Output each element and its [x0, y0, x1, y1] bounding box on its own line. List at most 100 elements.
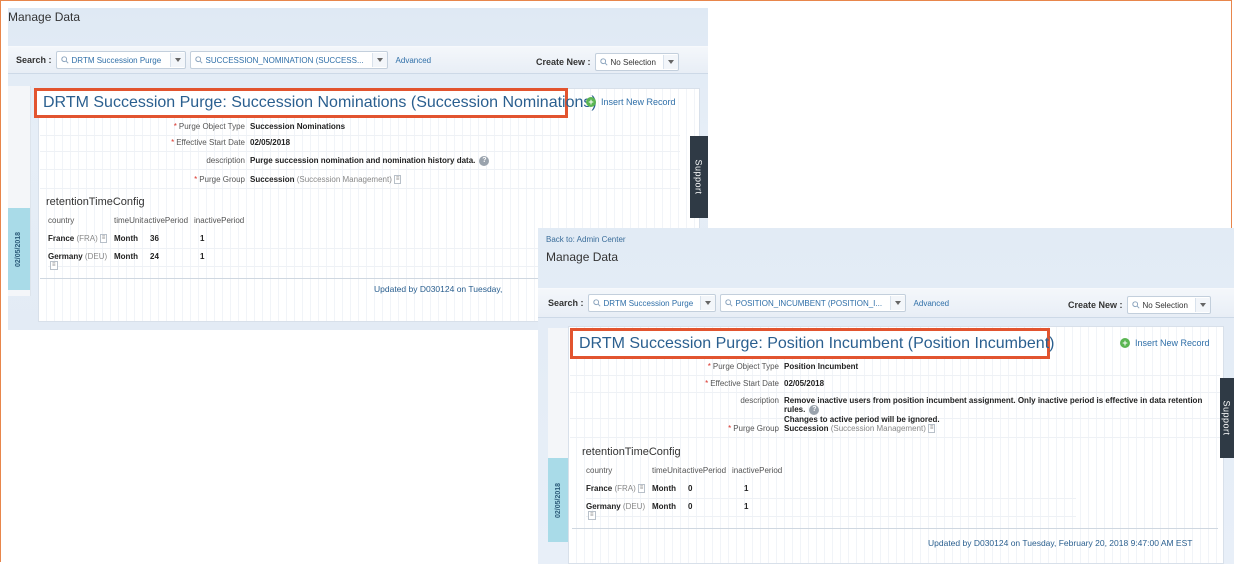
timeline-date-marker[interactable]: 02/05/2018 [548, 458, 570, 542]
object-type-combo[interactable]: DRTM Succession Purge [55, 51, 186, 69]
cell-activeperiod: 24 [150, 252, 159, 261]
back-to-admin-center-link[interactable]: Back to: Admin Center [546, 235, 626, 244]
section-title: retentionTimeConfig [582, 446, 681, 458]
field-value: Succession [250, 175, 295, 184]
field-purge-object-type: * Purge Object Type Position Incumbent [570, 362, 1220, 376]
chevron-down-icon[interactable] [662, 55, 678, 69]
field-label: Purge Group [199, 175, 245, 184]
help-icon[interactable]: ? [479, 156, 490, 166]
field-effective-start-date: * Effective Start Date 02/05/2018 [40, 138, 680, 152]
record-title: DRTM Succession Purge: Succession Nomina… [34, 88, 597, 118]
insert-new-record-label: Insert New Record [601, 97, 676, 107]
timeline-date-marker[interactable]: 02/05/2018 [8, 208, 30, 290]
cell-timeunit: Month [114, 234, 138, 243]
field-value: Position Incumbent [784, 362, 859, 371]
cell-timeunit: Month [652, 484, 676, 493]
insert-new-record-label: Insert New Record [1135, 338, 1210, 348]
cell-country: Germany [48, 252, 83, 261]
create-new-combo[interactable]: No Selection [594, 53, 679, 71]
field-purge-group: * Purge Group Succession (Succession Mana… [40, 175, 680, 189]
cell-inactiveperiod: 1 [744, 484, 749, 493]
magnifier-icon [724, 298, 734, 308]
value-help-icon[interactable]: ≡ [99, 234, 108, 244]
field-value-line2: Changes to active period will be ignored… [784, 415, 940, 424]
field-label: Purge Object Type [712, 362, 779, 371]
insert-new-record-button[interactable]: + Insert New Record [586, 97, 676, 107]
table-row: Germany (DEU) ≡ Month 0 1 [586, 502, 1076, 521]
plus-circle-icon: + [1120, 338, 1130, 348]
cell-country: France [586, 484, 613, 493]
cell-country: Germany [586, 502, 621, 511]
col-inactiveperiod: inactivePeriod [194, 216, 245, 225]
updated-by-text: Updated by D030124 on Tuesday, February … [928, 538, 1193, 548]
chevron-down-icon[interactable] [371, 53, 387, 67]
create-new-combo[interactable]: No Selection [1126, 296, 1211, 314]
search-bar: Search : DRTM Succession Purge POSITION_… [538, 288, 1234, 318]
object-type-combo[interactable]: DRTM Succession Purge [587, 294, 716, 312]
page-title: Manage Data [8, 10, 81, 24]
field-label: Effective Start Date [710, 379, 779, 388]
object-type-value: DRTM Succession Purge [603, 298, 694, 308]
chevron-down-icon[interactable] [1194, 298, 1210, 312]
create-new-label: Create New : [536, 57, 591, 67]
field-description: description Remove inactive users from p… [570, 396, 1220, 424]
object-instance-combo[interactable]: SUCCESSION_NOMINATION (SUCCESS... [189, 51, 388, 69]
cell-activeperiod: 36 [150, 234, 159, 243]
chevron-down-icon[interactable] [889, 296, 905, 310]
col-inactiveperiod: inactivePeriod [732, 466, 783, 475]
col-activeperiod: activePeriod [144, 216, 189, 225]
cell-country-code: (DEU) [622, 502, 646, 511]
field-label: description [740, 396, 779, 405]
create-new-value: No Selection [610, 57, 656, 67]
advanced-search-link[interactable]: Advanced [914, 299, 950, 308]
field-label: Purge Group [733, 424, 779, 433]
timeline-date: 02/05/2018 [15, 231, 23, 267]
value-help-icon[interactable]: ≡ [393, 175, 402, 185]
magnifier-icon [599, 57, 609, 67]
table-header: country timeUnit activePeriod inactivePe… [586, 466, 792, 475]
object-instance-value: POSITION_INCUMBENT (POSITION_I... [735, 298, 883, 308]
col-activeperiod: activePeriod [682, 466, 727, 475]
cell-inactiveperiod: 1 [744, 502, 749, 511]
field-value: 02/05/2018 [784, 379, 825, 388]
cell-country-code: (FRA) [76, 234, 98, 243]
search-bar: Search : DRTM Succession Purge SUCCESSIO… [8, 46, 708, 74]
create-new-group: Create New : No Selection [1068, 296, 1215, 314]
col-timeunit: timeUnit [652, 466, 682, 475]
page-title: Manage Data [546, 250, 619, 264]
support-tab[interactable]: Support [1220, 378, 1234, 458]
value-help-icon[interactable]: ≡ [50, 261, 58, 271]
chevron-down-icon[interactable] [169, 53, 185, 67]
table-row: France (FRA) ≡ Month 36 1 [48, 234, 538, 249]
object-instance-value: SUCCESSION_NOMINATION (SUCCESS... [205, 55, 364, 65]
table-row: Germany (DEU) ≡ Month 24 1 [48, 252, 538, 271]
divider [572, 528, 1218, 529]
value-help-icon[interactable]: ≡ [588, 511, 596, 521]
object-type-value: DRTM Succession Purge [71, 55, 162, 65]
advanced-search-link[interactable]: Advanced [396, 56, 432, 65]
cell-timeunit: Month [652, 502, 676, 511]
field-effective-start-date: * Effective Start Date 02/05/2018 [570, 379, 1220, 393]
field-value: 02/05/2018 [250, 138, 291, 147]
insert-new-record-button[interactable]: + Insert New Record [1120, 338, 1210, 348]
field-value: Succession [784, 424, 829, 433]
value-help-icon[interactable]: ≡ [637, 484, 646, 494]
field-value: Succession Nominations [250, 122, 346, 131]
cell-country-code: (DEU) [84, 252, 108, 261]
field-description: description Purge succession nomination … [40, 156, 680, 170]
field-label: Effective Start Date [176, 138, 245, 147]
col-country: country [48, 216, 75, 225]
search-label: Search : [548, 298, 584, 308]
support-tab[interactable]: Support [690, 136, 708, 218]
chevron-down-icon[interactable] [699, 296, 715, 310]
create-new-value: No Selection [1142, 300, 1188, 310]
col-timeunit: timeUnit [114, 216, 144, 225]
cell-activeperiod: 0 [688, 502, 693, 511]
value-help-icon[interactable]: ≡ [927, 424, 936, 434]
magnifier-icon [60, 55, 70, 65]
help-icon[interactable]: ? [809, 405, 820, 415]
object-instance-combo[interactable]: POSITION_INCUMBENT (POSITION_I... [719, 294, 906, 312]
magnifier-icon [194, 55, 204, 65]
search-label: Search : [16, 55, 52, 65]
plus-circle-icon: + [586, 97, 596, 107]
